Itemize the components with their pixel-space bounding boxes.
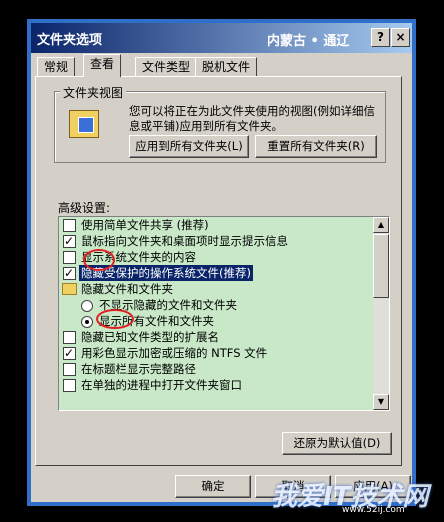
scroll-down-icon[interactable]: ▼ xyxy=(373,394,389,410)
list-item-label: 用彩色显示加密或压缩的 NTFS 文件 xyxy=(81,346,268,360)
ok-button[interactable]: 确定 xyxy=(175,475,251,498)
checkbox[interactable] xyxy=(63,331,76,344)
watermark-url: www.52ij.com xyxy=(342,505,405,515)
checkbox[interactable] xyxy=(63,219,76,232)
reset-all-folders-button[interactable]: 重置所有文件夹(R) xyxy=(255,135,377,158)
list-item-label: 隐藏已知文件类型的扩展名 xyxy=(81,330,219,344)
scroll-thumb[interactable] xyxy=(373,234,389,298)
folder-views-description: 您可以将正在为此文件夹使用的视图(例如详细信息或平铺)应用到所有文件夹。 xyxy=(129,104,375,133)
list-item-label: 鼠标指向文件夹和桌面项时显示提示信息 xyxy=(81,234,288,248)
annotation-circle xyxy=(96,309,134,329)
folder-views-label: 文件夹视图 xyxy=(60,84,127,101)
watermark-top: 内蒙古 • 通辽 xyxy=(267,34,350,49)
checkbox[interactable] xyxy=(63,379,76,392)
checkbox[interactable] xyxy=(63,251,76,264)
list-item-label: 在标题栏显示完整路径 xyxy=(81,362,196,376)
tab-file-types[interactable]: 文件类型 xyxy=(135,57,198,77)
checkbox[interactable] xyxy=(63,345,76,361)
tab-view[interactable]: 查看 xyxy=(83,54,122,77)
close-button[interactable]: × xyxy=(391,28,410,47)
restore-defaults-button[interactable]: 还原为默认值(D) xyxy=(282,432,392,455)
apply-to-all-folders-button[interactable]: 应用到所有文件夹(L) xyxy=(129,135,249,158)
checkbox[interactable] xyxy=(63,265,76,281)
advanced-settings-label: 高级设置: xyxy=(58,201,111,215)
window-title: 文件夹选项 xyxy=(37,33,103,48)
folder-views-icon xyxy=(69,110,99,138)
tab-offline-files[interactable]: 脱机文件 xyxy=(195,57,258,77)
checkbox[interactable] xyxy=(63,233,76,249)
checkbox[interactable] xyxy=(63,363,76,376)
scroll-up-icon[interactable]: ▲ xyxy=(373,217,389,233)
list-item-label: 使用简单文件共享 (推荐) xyxy=(81,218,209,232)
tab-general[interactable]: 常规 xyxy=(37,57,76,77)
folder-options-window: 文件夹选项 内蒙古 • 通辽 ? × 常规 查看 文件类型 脱机文件 文件夹视图… xyxy=(27,19,416,506)
vertical-scrollbar[interactable]: ▲ ▼ xyxy=(373,217,389,410)
help-button[interactable]: ? xyxy=(371,28,390,47)
radio-button[interactable] xyxy=(81,316,93,328)
radio-button[interactable] xyxy=(81,300,93,312)
title-bar: 文件夹选项 内蒙古 • 通辽 ? × xyxy=(31,23,412,53)
view-tab-panel: 文件夹视图 您可以将正在为此文件夹使用的视图(例如详细信息或平铺)应用到所有文件… xyxy=(35,76,402,466)
dialog-body: 常规 查看 文件类型 脱机文件 文件夹视图 您可以将正在为此文件夹使用的视图(例… xyxy=(31,53,412,502)
list-item-label: 在单独的进程中打开文件夹窗口 xyxy=(81,378,242,392)
list-item-label: 隐藏文件和文件夹 xyxy=(81,282,173,296)
folder-icon xyxy=(62,283,77,295)
folder-views-group: 文件夹视图 您可以将正在为此文件夹使用的视图(例如详细信息或平铺)应用到所有文件… xyxy=(54,84,386,163)
annotation-circle xyxy=(83,249,115,271)
